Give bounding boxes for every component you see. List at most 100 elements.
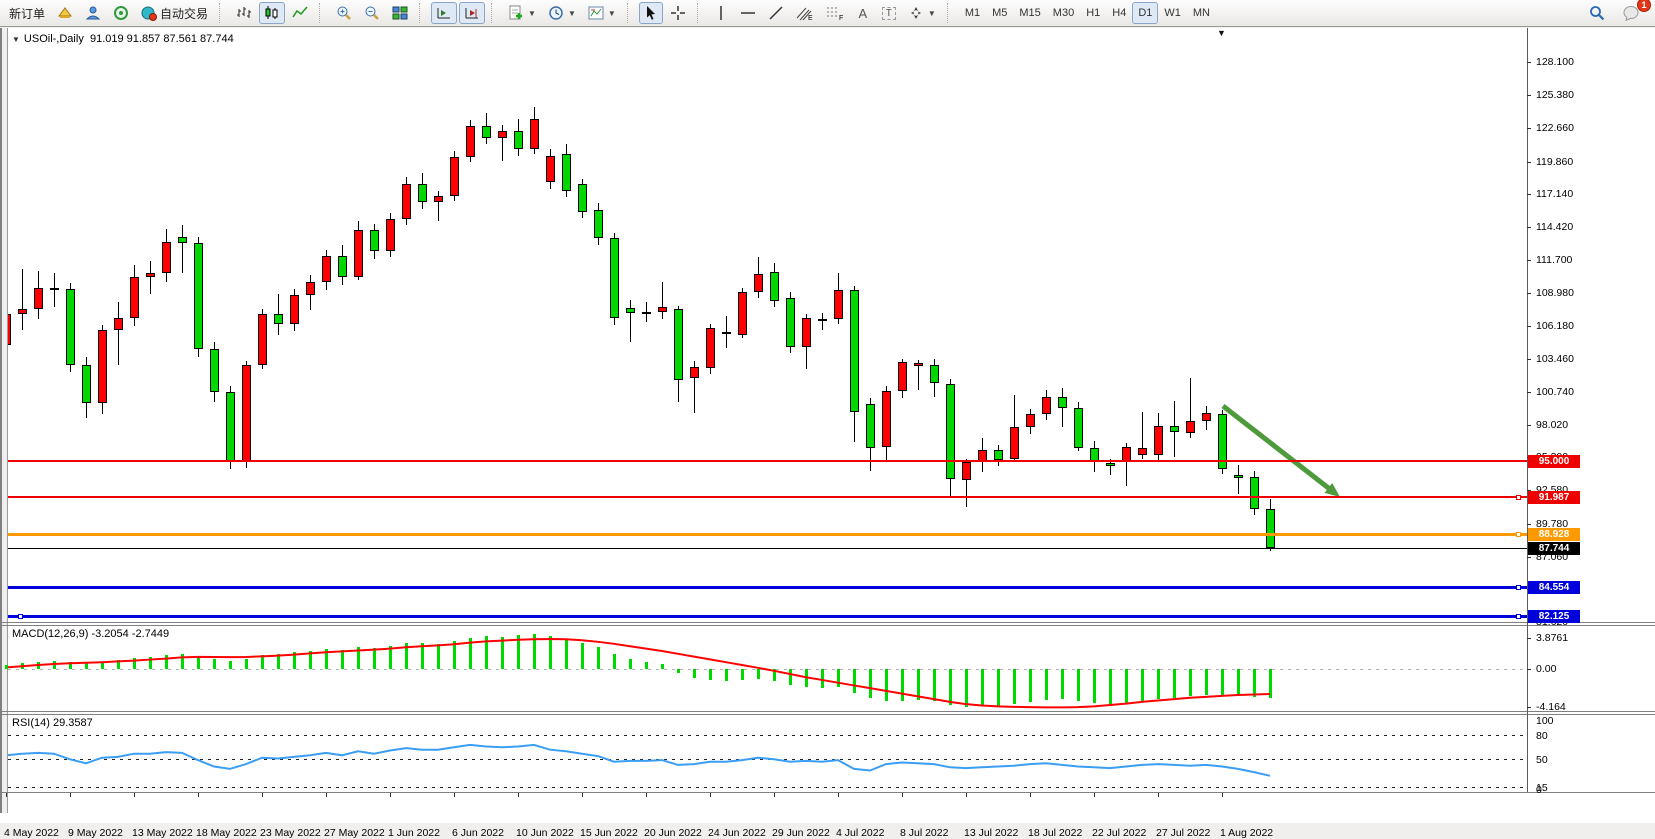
indicators-button[interactable]: ▼ [503, 2, 541, 24]
arrows-tool[interactable]: ▼ [903, 2, 941, 24]
market-watch-button[interactable] [80, 2, 106, 24]
rsi-label: RSI(14) 29.3587 [12, 717, 93, 729]
hline-handle[interactable] [1516, 532, 1521, 537]
date-label: 22 Jul 2022 [1092, 827, 1146, 839]
date-label: 27 May 2022 [324, 827, 385, 839]
fibonacci-tool[interactable]: F [821, 2, 849, 24]
search-icon [1589, 5, 1605, 21]
hline-handle[interactable] [1516, 614, 1521, 619]
periods-clock-icon [548, 5, 564, 21]
notifications-button[interactable]: 1 [1618, 2, 1645, 24]
date-tick [198, 793, 199, 797]
charts-profile-icon[interactable] [52, 2, 78, 24]
hline-handle[interactable] [18, 614, 23, 619]
notification-badge: 1 [1637, 0, 1651, 12]
rsi-axis-label: 50 [1536, 754, 1548, 766]
tf-W1[interactable]: W1 [1158, 2, 1187, 24]
tf-MN[interactable]: MN [1187, 2, 1216, 24]
price-tick [1527, 425, 1531, 426]
new-order-button[interactable]: 新订单 [4, 2, 50, 24]
hline-84.554[interactable] [8, 586, 1527, 589]
tf-H1[interactable]: H1 [1080, 2, 1106, 24]
price-tick [1527, 359, 1531, 360]
auto-trading-icon [141, 5, 157, 21]
tf-H4[interactable]: H4 [1106, 2, 1132, 24]
date-label: 4 Jul 2022 [836, 827, 884, 839]
price-tick-label: 125.380 [1536, 89, 1574, 101]
hline-87.744[interactable] [8, 548, 1527, 549]
hline-handle[interactable] [1516, 585, 1521, 590]
hline-88.928[interactable] [8, 533, 1527, 536]
price-badge-84.554: 84.554 [1528, 581, 1580, 594]
trendline-tool[interactable] [763, 2, 789, 24]
arrows-icon [908, 5, 924, 21]
toolbar-separator [697, 3, 704, 23]
chart-shift-icon [436, 5, 452, 21]
price-tick-label: 117.140 [1536, 188, 1573, 200]
price-tick-label: 111.700 [1536, 254, 1572, 266]
price-tick-label: 108.980 [1536, 287, 1574, 299]
tile-windows-icon [392, 5, 408, 21]
bar-chart-button[interactable] [231, 2, 257, 24]
price-tick-label: 119.860 [1536, 156, 1573, 168]
cursor-button[interactable] [639, 2, 663, 24]
hline-95.000[interactable] [8, 460, 1527, 462]
toolbar-separator [319, 3, 326, 23]
price-tick [1527, 557, 1531, 558]
tile-windows-button[interactable] [387, 2, 413, 24]
zoom-in-button[interactable] [331, 2, 357, 24]
dropdown-caret-icon: ▼ [928, 9, 936, 18]
auto-scroll-icon [464, 5, 480, 21]
hline-82.125[interactable] [8, 615, 1527, 618]
zoom-out-icon [364, 5, 380, 21]
text-label-tool[interactable]: T [877, 2, 901, 24]
tf-M15[interactable]: M15 [1013, 2, 1046, 24]
templates-button[interactable]: ▼ [583, 2, 621, 24]
crosshair-icon [670, 5, 686, 21]
date-tick [70, 793, 71, 797]
pane-divider[interactable] [0, 622, 1655, 623]
new-order-label: 新订单 [9, 5, 45, 22]
macd-signal-line [8, 626, 1527, 712]
signals-button[interactable] [108, 2, 134, 24]
vertical-line-tool[interactable] [709, 2, 733, 24]
auto-scroll-button[interactable] [459, 2, 485, 24]
auto-trading-button[interactable]: 自动交易 [136, 2, 213, 24]
crosshair-button[interactable] [665, 2, 691, 24]
hline-91.987[interactable] [8, 496, 1527, 498]
candlestick-chart-button[interactable] [259, 2, 285, 24]
price-tick [1527, 524, 1531, 525]
text-tool[interactable]: A [851, 2, 875, 24]
window-left-edge [0, 28, 8, 823]
shift-end-marker[interactable]: ▼ [1217, 28, 1226, 38]
bar-chart-icon [236, 5, 252, 21]
date-label: 9 May 2022 [68, 827, 123, 839]
date-label: 4 May 2022 [4, 827, 59, 839]
tf-D1[interactable]: D1 [1132, 2, 1158, 24]
line-chart-icon [292, 5, 308, 21]
search-button[interactable] [1584, 2, 1610, 24]
cursor-icon [644, 5, 658, 21]
date-tick [774, 793, 775, 797]
hline-handle[interactable] [1516, 495, 1521, 500]
tf-M1[interactable]: M1 [959, 2, 986, 24]
text-tool-icon: A [858, 6, 867, 21]
date-tick [1094, 793, 1095, 797]
horizontal-line-tool[interactable] [735, 2, 761, 24]
zoom-out-button[interactable] [359, 2, 385, 24]
svg-text:E: E [808, 15, 813, 21]
macd-tick [1527, 638, 1531, 639]
date-tick [838, 793, 839, 797]
tf-M30[interactable]: M30 [1047, 2, 1080, 24]
line-chart-button[interactable] [287, 2, 313, 24]
chart-shift-button[interactable] [431, 2, 457, 24]
macd-tick [1527, 669, 1531, 670]
channel-tool[interactable]: E [791, 2, 819, 24]
date-label: 8 Jul 2022 [900, 827, 948, 839]
price-tick [1527, 194, 1531, 195]
periods-button[interactable]: ▼ [543, 2, 581, 24]
tf-M5[interactable]: M5 [986, 2, 1013, 24]
price-tick-label: 100.740 [1536, 386, 1574, 398]
text-label-icon: T [882, 7, 896, 20]
rsi-axis-label: 0 [1536, 784, 1542, 796]
